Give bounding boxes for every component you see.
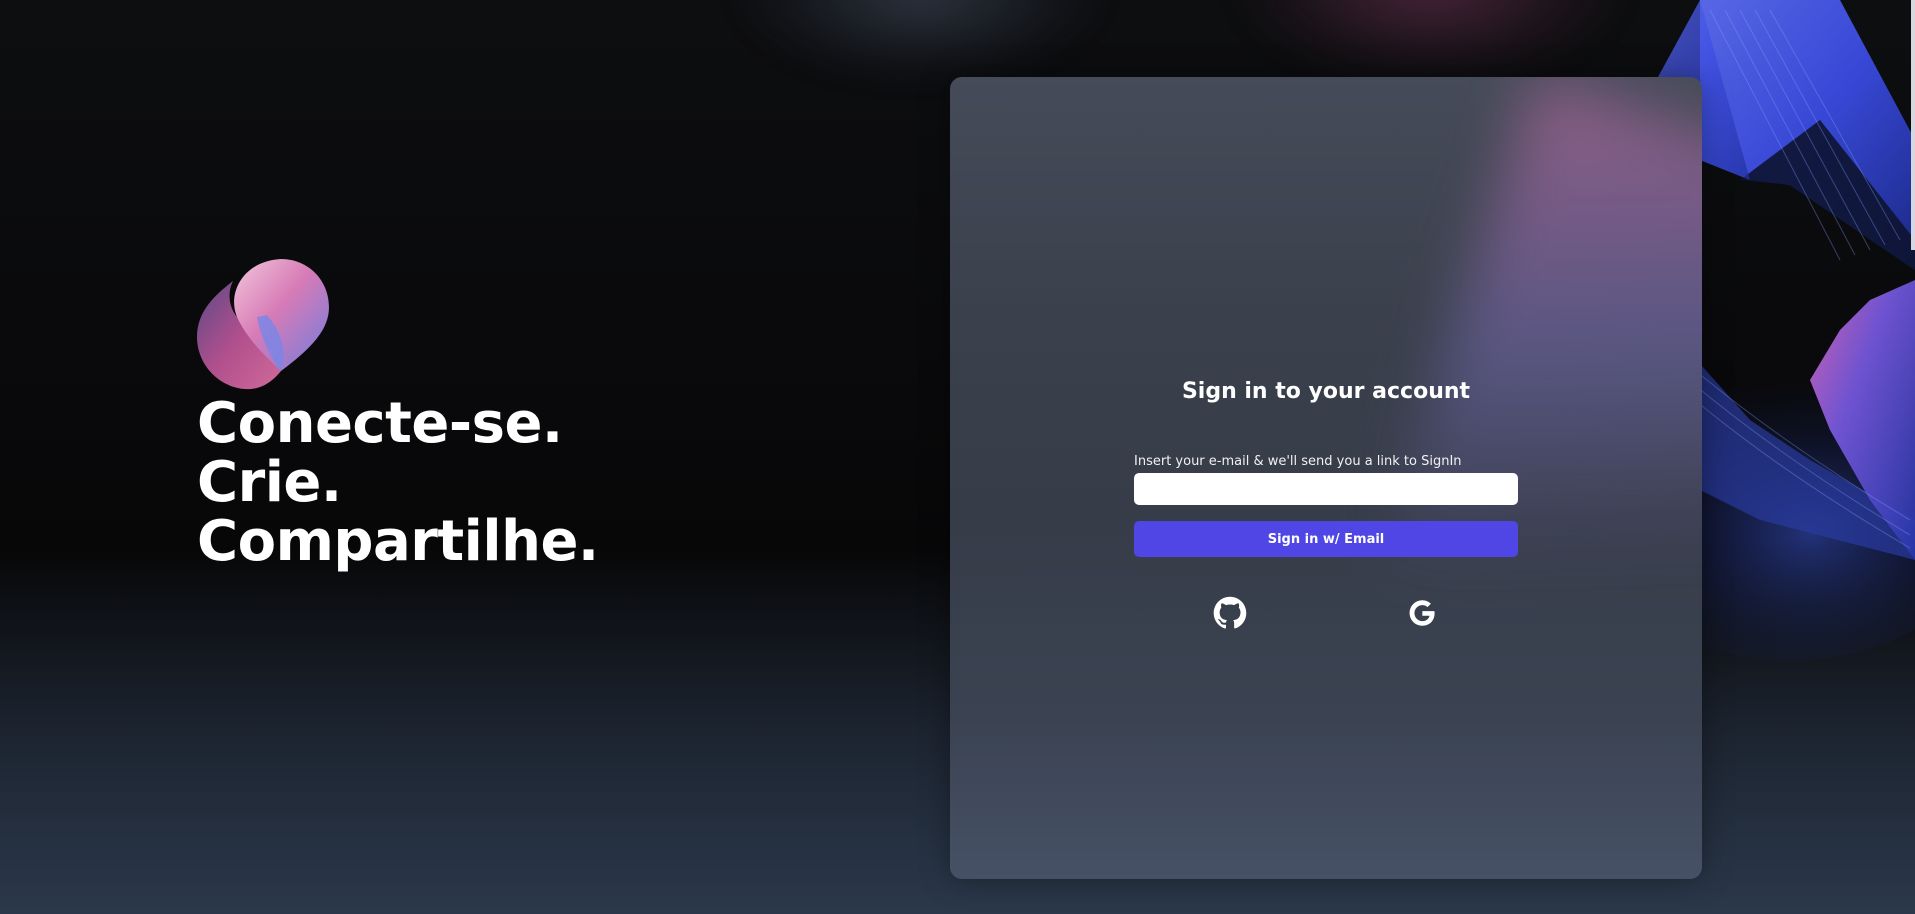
scrollbar-thumb[interactable] (1911, 0, 1915, 250)
hero-line-create: Crie. (197, 450, 342, 515)
oauth-providers (1134, 595, 1518, 631)
google-signin-button[interactable] (1404, 595, 1440, 631)
email-label: Insert your e-mail & we'll send you a li… (1134, 454, 1462, 469)
hero-section: Conecte-se. Crie. Compartilhe. (197, 259, 599, 571)
background-glow-pink (1240, 0, 1620, 80)
github-signin-button[interactable] (1212, 595, 1248, 631)
hero-line-share: Compartilhe. (197, 509, 599, 574)
github-icon (1213, 596, 1247, 629)
background-glow-left (740, 0, 1100, 80)
signin-card: Sign in to your account Insert your e-ma… (950, 77, 1702, 879)
email-input[interactable] (1134, 473, 1518, 505)
droplet-logo-icon (197, 259, 329, 390)
hero-line-connect: Conecte-se. (197, 391, 563, 456)
google-icon (1409, 600, 1435, 626)
signin-email-button[interactable]: Sign in w/ Email (1134, 521, 1518, 557)
hero-headline: Conecte-se. Crie. Compartilhe. (197, 394, 599, 571)
signin-form: Sign in to your account Insert your e-ma… (1134, 377, 1518, 631)
signin-title: Sign in to your account (1181, 379, 1471, 404)
